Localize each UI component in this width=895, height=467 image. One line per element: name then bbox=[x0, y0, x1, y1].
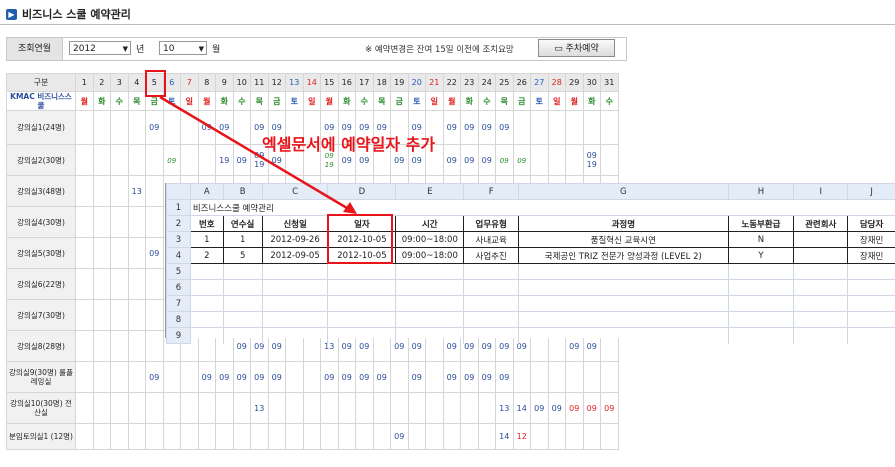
annotation-label: 엑셀문서에 예약일자 추가 bbox=[262, 135, 436, 154]
annotation-arrow bbox=[159, 95, 357, 214]
